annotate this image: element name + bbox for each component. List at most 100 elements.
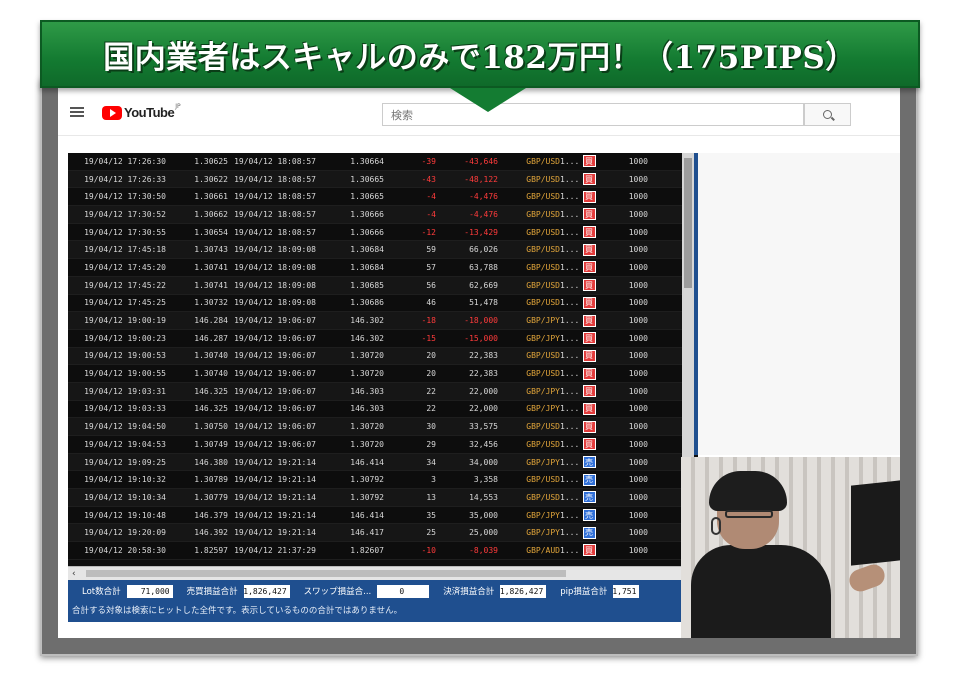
cell-close-rate: 1.30666 <box>350 209 384 219</box>
cell-close-rate: 146.417 <box>350 528 384 538</box>
cell-side: 売 <box>578 526 600 539</box>
cell-open-rate: 146.325 <box>194 386 228 396</box>
cell-pips: 34 <box>426 457 436 467</box>
cell-close-time: 19/04/12 19:06:07 <box>234 404 316 414</box>
cell-open-rate: 1.30740 <box>194 351 228 361</box>
youtube-logo[interactable]: YouTube JP <box>102 103 181 120</box>
cell-side: 買 <box>578 438 600 451</box>
cell-close-rate: 1.30664 <box>350 156 384 166</box>
cell-pair: GBP/JPY <box>526 457 560 467</box>
cell-close-rate: 1.30686 <box>350 298 384 308</box>
cell-lots: 1000 <box>628 316 648 326</box>
table-row[interactable]: 19/04/12 17:30:50 1.30661 19/04/12 18:08:5… <box>68 188 682 207</box>
cell-open-rate: 1.30789 <box>194 475 228 485</box>
table-row[interactable]: 19/04/12 19:00:55 1.30740 19/04/12 19:06:0… <box>68 365 682 383</box>
cell-side: 買 <box>578 190 600 203</box>
buy-badge: 買 <box>582 385 596 398</box>
table-row[interactable]: 19/04/12 19:03:31 146.325 19/04/12 19:06:0… <box>68 382 682 401</box>
cell-profit: 51,478 <box>469 298 498 308</box>
cell-side: 買 <box>578 279 600 292</box>
cell-side: 買 <box>578 544 600 557</box>
cell-close-time: 19/04/12 19:06:07 <box>234 316 316 326</box>
cell-flag: 1... <box>560 192 578 202</box>
cell-close-time: 19/04/12 19:21:14 <box>234 492 316 502</box>
search-button[interactable] <box>804 103 851 126</box>
cell-flag: 1... <box>560 209 578 219</box>
summary-row: Lot数合計 71,000 売買損益合計 1,826,427 スワップ損益合..… <box>68 584 694 598</box>
table-row[interactable]: 19/04/12 17:26:33 1.30622 19/04/12 18:08:5… <box>68 170 682 189</box>
menu-icon[interactable] <box>70 107 84 117</box>
cell-pair: GBP/USD <box>526 174 560 184</box>
cell-close-rate: 146.303 <box>350 404 384 414</box>
cell-close-time: 19/04/12 19:06:07 <box>234 333 316 343</box>
cell-open-rate: 146.380 <box>194 457 228 467</box>
scroll-thumb[interactable] <box>684 158 692 288</box>
cell-open-time: 19/04/12 17:45:22 <box>84 280 166 290</box>
table-row[interactable]: 19/04/12 19:10:34 1.30779 19/04/12 19:21:1… <box>68 489 682 507</box>
cell-flag: 1... <box>560 386 578 396</box>
cell-close-rate: 1.30684 <box>350 245 384 255</box>
cell-open-time: 19/04/12 19:09:25 <box>84 457 166 467</box>
scroll-left-icon[interactable]: ‹ <box>72 569 76 579</box>
buy-badge: 買 <box>582 332 596 345</box>
table-row[interactable]: 19/04/12 19:20:09 146.392 19/04/12 19:21:1… <box>68 524 682 543</box>
cell-open-rate: 1.30749 <box>194 439 228 449</box>
title-banner: 国内業者はスキャルのみで182万円！（175PIPS） <box>40 20 920 88</box>
cell-close-time: 19/04/12 18:08:57 <box>234 156 316 166</box>
cell-side: 買 <box>578 402 600 415</box>
table-row[interactable]: 19/04/12 19:00:19 146.284 19/04/12 19:06:0… <box>68 312 682 330</box>
cell-close-rate: 1.30666 <box>350 227 384 237</box>
cell-open-rate: 1.30622 <box>194 174 228 184</box>
cell-pips: -12 <box>421 227 436 237</box>
table-row[interactable]: 19/04/12 19:03:33 146.325 19/04/12 19:06:0… <box>68 400 682 419</box>
search-input[interactable] <box>383 105 803 126</box>
table-row[interactable]: 19/04/12 17:45:25 1.30732 19/04/12 18:09:0… <box>68 294 682 313</box>
cell-lots: 1000 <box>628 545 648 555</box>
horizontal-scrollbar[interactable]: ‹ › <box>68 566 694 580</box>
cell-flag: 1... <box>560 351 578 361</box>
cell-lots: 1000 <box>628 404 648 414</box>
table-row[interactable]: 19/04/12 19:10:48 146.379 19/04/12 19:21:1… <box>68 506 682 525</box>
settle-total-value: 1,826,427 <box>500 584 547 598</box>
cell-flag: 1... <box>560 492 578 502</box>
cell-lots: 1000 <box>628 457 648 467</box>
table-row[interactable]: 19/04/12 17:30:55 1.30654 19/04/12 18:08:5… <box>68 223 682 242</box>
table-row[interactable]: 19/04/12 17:45:18 1.30743 19/04/12 18:09:0… <box>68 241 682 260</box>
cell-lots: 1000 <box>628 298 648 308</box>
cell-pair: GBP/USD <box>526 156 560 166</box>
search-box[interactable] <box>382 103 804 126</box>
cell-close-time: 19/04/12 19:06:07 <box>234 422 316 432</box>
table-row[interactable]: 19/04/12 19:10:32 1.30789 19/04/12 19:21:1… <box>68 471 682 490</box>
table-row[interactable]: 19/04/12 19:00:53 1.30740 19/04/12 19:06:0… <box>68 347 682 366</box>
pl-total-label: 売買損益合計 <box>186 587 238 597</box>
cell-pair: GBP/USD <box>526 475 560 485</box>
table-row[interactable]: 19/04/12 17:45:20 1.30741 19/04/12 18:09:0… <box>68 259 682 277</box>
table-row[interactable]: 19/04/12 19:04:53 1.30749 19/04/12 19:06:0… <box>68 436 682 454</box>
cell-pair: GBP/JPY <box>526 528 560 538</box>
cell-flag: 1... <box>560 475 578 485</box>
table-row[interactable]: 19/04/12 19:09:25 146.380 19/04/12 19:21:1… <box>68 453 682 472</box>
cell-lots: 1000 <box>628 174 648 184</box>
table-row[interactable]: 19/04/12 20:58:30 1.82597 19/04/12 21:37:2… <box>68 542 682 560</box>
table-row[interactable]: 19/04/12 19:04:50 1.30750 19/04/12 19:06:0… <box>68 418 682 436</box>
cell-close-time: 19/04/12 19:21:14 <box>234 475 316 485</box>
cell-pips: 22 <box>426 386 436 396</box>
cell-open-time: 19/04/12 19:00:23 <box>84 333 166 343</box>
cell-pips: 22 <box>426 404 436 414</box>
cell-open-time: 19/04/12 19:20:09 <box>84 528 166 538</box>
horizontal-scroll-thumb[interactable] <box>86 570 566 577</box>
cell-side: 売 <box>578 509 600 522</box>
cell-flag: 1... <box>560 439 578 449</box>
settle-total-label: 決済損益合計 <box>443 587 495 597</box>
table-row[interactable]: 19/04/12 19:00:23 146.287 19/04/12 19:06:0… <box>68 329 682 348</box>
cell-profit: -43,646 <box>464 156 498 166</box>
table-row[interactable]: 19/04/12 17:45:22 1.30741 19/04/12 18:09:0… <box>68 276 682 295</box>
table-row[interactable]: 19/04/12 17:26:30 1.30625 19/04/12 18:08:5… <box>68 153 682 171</box>
buy-badge: 買 <box>582 208 596 221</box>
table-row[interactable]: 19/04/12 17:30:52 1.30662 19/04/12 18:08:5… <box>68 206 682 224</box>
cell-flag: 1... <box>560 298 578 308</box>
cell-side: 売 <box>578 456 600 469</box>
cell-profit: 3,358 <box>473 475 498 485</box>
cell-pips: -15 <box>421 333 436 343</box>
video-player[interactable]: 19/04/12 17:26:30 1.30625 19/04/12 18:08:5… <box>68 153 698 622</box>
